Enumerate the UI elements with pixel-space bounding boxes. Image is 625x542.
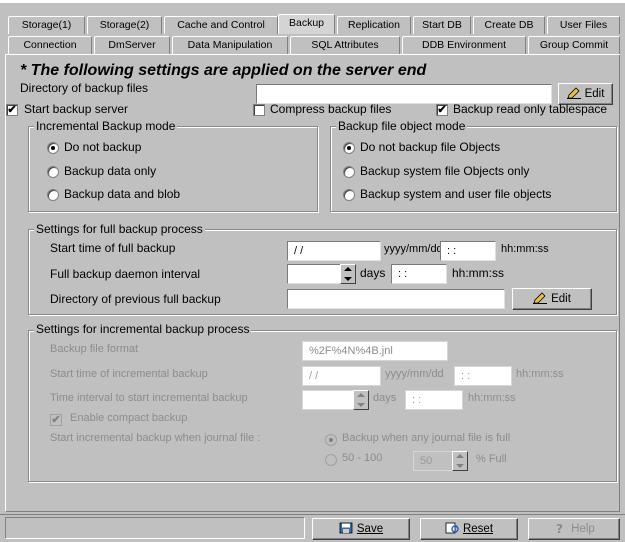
incremental-start-time-label: Start time of incremental backup	[50, 368, 208, 380]
reset-label: Reset	[462, 523, 494, 535]
edit-label: Edit	[584, 88, 605, 100]
start-backup-server-checkbox[interactable]: ✔	[6, 104, 18, 116]
incremental-backup-mode-legend: Incremental Backup mode	[34, 119, 178, 133]
backup-file-format-input[interactable]: %2F%4N%4B.jnl	[302, 341, 448, 361]
backup-system-file-objects-only-label: Backup system file Objects only	[360, 164, 530, 178]
radio-backup-data-only[interactable]	[47, 166, 59, 178]
radio-backup-data-and-blob[interactable]	[47, 189, 59, 201]
backup-data-and-blob-label: Backup data and blob	[64, 187, 181, 201]
journal-file-full-label: Backup when any journal file is full	[342, 432, 511, 444]
backup-dir-input[interactable]	[256, 84, 552, 104]
incremental-backup-settings-legend: Settings for incremental backup process	[34, 322, 252, 336]
previous-full-backup-dir-label: Directory of previous full backup	[50, 292, 221, 306]
backup-file-object-mode-legend: Backup file object mode	[336, 119, 468, 133]
spinner-up-icon	[357, 393, 365, 397]
radio-do-not-backup-file-objects[interactable]	[343, 142, 355, 154]
save-button[interactable]: Save	[312, 518, 410, 540]
full-backup-daemon-interval-label: Full backup daemon interval	[50, 267, 201, 281]
save-label: Save	[356, 523, 384, 535]
tab-dmserver[interactable]: DmServer	[94, 36, 170, 54]
edit-label: Edit	[551, 293, 571, 305]
spinner-up-icon	[344, 267, 352, 271]
incremental-start-time-input[interactable]: : :	[454, 366, 512, 386]
reset-icon	[445, 521, 459, 534]
do-not-backup-label: Do not backup	[64, 140, 142, 154]
tab-connection[interactable]: Connection	[8, 36, 92, 54]
pencil-icon	[566, 86, 581, 99]
incremental-date-format-label: yyyy/mm/dd	[385, 368, 444, 380]
spinner-up-icon	[456, 454, 464, 458]
radio-journal-file-full[interactable]	[325, 434, 337, 446]
backup-dir-label: Directory of backup files	[20, 81, 149, 95]
do-not-backup-file-objects-label: Do not backup file Objects	[360, 140, 501, 154]
backup-system-and-user-file-objects-label: Backup system and user file objects	[360, 187, 552, 201]
spinner-down-icon	[456, 464, 464, 468]
help-icon: ?	[553, 521, 567, 536]
page-title: * The following settings are applied on …	[20, 62, 427, 79]
reset-button[interactable]: Reset	[420, 518, 518, 540]
full-backup-daemon-days-spinner[interactable]	[340, 264, 356, 284]
tab-data-manipulation[interactable]: Data Manipulation	[172, 36, 288, 54]
incremental-interval-label: Time interval to start incremental backu…	[50, 392, 248, 404]
save-icon	[339, 521, 353, 534]
pencil-icon	[533, 291, 548, 304]
full-backup-interval-time-format-label: hh:mm:ss	[452, 266, 505, 280]
journal-percent-input[interactable]: 50	[413, 451, 455, 471]
full-backup-daemon-days-input[interactable]	[287, 264, 345, 284]
percent-full-label: % Full	[476, 453, 507, 465]
tab-create-db[interactable]: Create DB	[473, 16, 545, 34]
tab-ddb-environment[interactable]: DDB Environment	[402, 36, 526, 54]
compress-backup-files-label: Compress backup files	[270, 102, 392, 116]
full-backup-date-format-label: yyyy/mm/dd	[384, 243, 443, 255]
incremental-start-date-input[interactable]: / /	[302, 366, 381, 386]
compress-backup-files-checkbox[interactable]	[253, 104, 265, 116]
backup-read-only-tablespace-checkbox[interactable]: ✔	[436, 104, 448, 116]
full-backup-time-format-label: hh:mm:ss	[501, 243, 549, 255]
tab-backup[interactable]: Backup	[278, 14, 335, 34]
window-top-edge	[0, 0, 625, 3]
help-label: Help	[571, 523, 595, 535]
help-button[interactable]: ? Help	[528, 518, 620, 540]
tab-sql-attributes[interactable]: SQL Attributes	[290, 36, 400, 54]
bottom-separator	[0, 514, 625, 515]
incremental-days-label: days	[373, 392, 397, 404]
full-backup-start-time-label: Start time of full backup	[50, 241, 176, 255]
backup-file-format-label: Backup file format	[50, 343, 139, 355]
full-backup-days-label: days	[360, 266, 386, 280]
tab-cache-and-control[interactable]: Cache and Control	[164, 16, 278, 34]
spinner-down-icon	[357, 403, 365, 407]
incremental-time-format-label: hh:mm:ss	[516, 368, 564, 380]
previous-full-backup-dir-input[interactable]	[287, 289, 505, 309]
radio-journal-range[interactable]	[325, 454, 337, 466]
tab-replication[interactable]: Replication	[337, 16, 411, 34]
incremental-interval-time-input[interactable]: : :	[405, 390, 463, 410]
spinner-down-icon	[344, 277, 352, 281]
backup-read-only-tablespace-label: Backup read only tablespace	[453, 102, 608, 116]
incremental-interval-days-spinner[interactable]	[353, 390, 369, 410]
radio-backup-system-and-user-file-objects[interactable]	[343, 189, 355, 201]
backup-data-only-label: Backup data only	[64, 164, 157, 178]
full-backup-start-date-input[interactable]: / /	[287, 241, 381, 261]
tab-group-commit[interactable]: Group Commit	[528, 36, 620, 54]
tab-storage-2[interactable]: Storage(2)	[87, 16, 162, 34]
previous-full-backup-dir-edit-button[interactable]: Edit	[512, 288, 592, 310]
full-backup-start-time-input[interactable]: : :	[440, 241, 496, 261]
radio-do-not-backup[interactable]	[47, 142, 59, 154]
enable-compact-backup-checkbox[interactable]: ✔	[50, 414, 62, 426]
tab-storage-1[interactable]: Storage(1)	[8, 16, 85, 34]
incremental-interval-time-format-label: hh:mm:ss	[468, 392, 516, 404]
start-backup-server-label: Start backup server	[24, 102, 129, 116]
enable-compact-backup-label: Enable compact backup	[70, 412, 188, 424]
full-backup-settings-legend: Settings for full backup process	[34, 222, 205, 236]
journal-range-label: 50 - 100	[342, 452, 383, 464]
tab-user-files[interactable]: User Files	[547, 16, 620, 34]
journal-percent-spinner[interactable]	[452, 451, 468, 471]
journal-file-label: Start incremental backup when journal fi…	[50, 432, 261, 444]
svg-text:?: ?	[556, 522, 563, 534]
radio-backup-system-file-objects-only[interactable]	[343, 166, 355, 178]
incremental-interval-days-input[interactable]	[302, 390, 354, 410]
full-backup-daemon-time-input[interactable]: : :	[391, 264, 447, 284]
status-bar	[5, 517, 305, 539]
tab-start-db[interactable]: Start DB	[413, 16, 471, 34]
